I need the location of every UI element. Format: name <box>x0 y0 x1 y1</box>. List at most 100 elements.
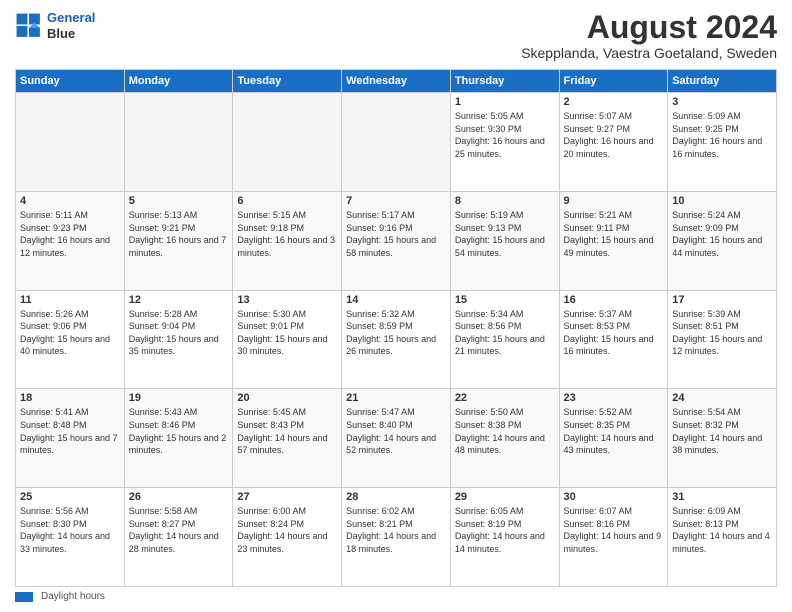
day-info: Sunrise: 5:17 AM Sunset: 9:16 PM Dayligh… <box>346 209 446 259</box>
month-title: August 2024 <box>521 10 777 45</box>
day-number: 23 <box>564 392 664 404</box>
calendar-cell: 27Sunrise: 6:00 AM Sunset: 8:24 PM Dayli… <box>233 488 342 587</box>
logo-text: General Blue <box>47 10 95 41</box>
day-info: Sunrise: 5:56 AM Sunset: 8:30 PM Dayligh… <box>20 505 120 555</box>
calendar-cell: 19 Sunrise: 5:43 AM Sunset: 8:46 PM Dayli… <box>124 389 233 488</box>
calendar-table: SundayMondayTuesdayWednesdayThursdayFrid… <box>15 69 777 587</box>
daylight-label: Daylight hours <box>41 591 105 602</box>
calendar-cell: 18Sunrise: 5:41 AM Sunset: 8:48 PM Dayli… <box>16 389 125 488</box>
calendar-cell: 8 Sunrise: 5:19 AM Sunset: 9:13 PM Daylig… <box>450 191 559 290</box>
calendar-cell <box>124 93 233 192</box>
day-info: Sunrise: 6:05 AM Sunset: 8:19 PM Dayligh… <box>455 505 555 555</box>
day-number: 3 <box>672 96 772 108</box>
calendar-cell: 20Sunrise: 5:45 AM Sunset: 8:43 PM Dayli… <box>233 389 342 488</box>
calendar-cell: 28 Sunrise: 6:02 AM Sunset: 8:21 PM Dayli… <box>342 488 451 587</box>
day-number: 25 <box>20 491 120 503</box>
day-info: Sunrise: 5:52 AM Sunset: 8:35 PM Dayligh… <box>564 406 664 456</box>
title-block: August 2024 Skepplanda, Vaestra Goetalan… <box>521 10 777 61</box>
calendar-cell: 23 Sunrise: 5:52 AM Sunset: 8:35 PM Dayli… <box>559 389 668 488</box>
calendar-cell <box>342 93 451 192</box>
day-number: 4 <box>20 195 120 207</box>
calendar-cell: 25 Sunrise: 5:56 AM Sunset: 8:30 PM Dayli… <box>16 488 125 587</box>
day-info: Sunrise: 5:05 AM Sunset: 9:30 PM Dayligh… <box>455 110 555 160</box>
day-number: 8 <box>455 195 555 207</box>
day-info: Sunrise: 5:13 AM Sunset: 9:21 PM Dayligh… <box>129 209 229 259</box>
day-info: Sunrise: 5:19 AM Sunset: 9:13 PM Dayligh… <box>455 209 555 259</box>
day-number: 2 <box>564 96 664 108</box>
day-number: 30 <box>564 491 664 503</box>
calendar-cell: 26 Sunrise: 5:58 AM Sunset: 8:27 PM Dayli… <box>124 488 233 587</box>
day-info: Sunrise: 5:47 AM Sunset: 8:40 PM Dayligh… <box>346 406 446 456</box>
calendar-cell: 15 Sunrise: 5:34 AM Sunset: 8:56 PM Dayli… <box>450 290 559 389</box>
day-number: 5 <box>129 195 229 207</box>
day-number: 1 <box>455 96 555 108</box>
day-number: 6 <box>237 195 337 207</box>
day-info: Sunrise: 5:54 AM Sunset: 8:32 PM Dayligh… <box>672 406 772 456</box>
calendar-cell: 14 Sunrise: 5:32 AM Sunset: 8:59 PM Dayli… <box>342 290 451 389</box>
calendar-cell: 17 Sunrise: 5:39 AM Sunset: 8:51 PM Dayli… <box>668 290 777 389</box>
day-number: 7 <box>346 195 446 207</box>
day-info: Sunrise: 5:32 AM Sunset: 8:59 PM Dayligh… <box>346 308 446 358</box>
calendar-cell: 12 Sunrise: 5:28 AM Sunset: 9:04 PM Dayli… <box>124 290 233 389</box>
day-info: Sunrise: 5:43 AM Sunset: 8:46 PM Dayligh… <box>129 406 229 456</box>
calendar-cell: 16 Sunrise: 5:37 AM Sunset: 8:53 PM Dayli… <box>559 290 668 389</box>
day-info: Sunrise: 5:07 AM Sunset: 9:27 PM Dayligh… <box>564 110 664 160</box>
page-header: General Blue August 2024 Skepplanda, Vae… <box>15 10 777 61</box>
day-info: Sunrise: 5:34 AM Sunset: 8:56 PM Dayligh… <box>455 308 555 358</box>
day-info: Sunrise: 5:24 AM Sunset: 9:09 PM Dayligh… <box>672 209 772 259</box>
day-number: 17 <box>672 294 772 306</box>
calendar-footer: Daylight hours <box>15 591 777 602</box>
day-info: Sunrise: 5:45 AM Sunset: 8:43 PM Dayligh… <box>237 406 337 456</box>
location-subtitle: Skepplanda, Vaestra Goetaland, Sweden <box>521 45 777 61</box>
calendar-day-header: Wednesday <box>342 70 451 93</box>
calendar-cell: 9Sunrise: 5:21 AM Sunset: 9:11 PM Daylig… <box>559 191 668 290</box>
calendar-day-header: Monday <box>124 70 233 93</box>
day-info: Sunrise: 5:30 AM Sunset: 9:01 PM Dayligh… <box>237 308 337 358</box>
calendar-cell: 30 Sunrise: 6:07 AM Sunset: 8:16 PM Dayli… <box>559 488 668 587</box>
day-number: 9 <box>564 195 664 207</box>
day-info: Sunrise: 5:28 AM Sunset: 9:04 PM Dayligh… <box>129 308 229 358</box>
day-number: 29 <box>455 491 555 503</box>
calendar-cell: 7 Sunrise: 5:17 AM Sunset: 9:16 PM Daylig… <box>342 191 451 290</box>
calendar-cell: 24Sunrise: 5:54 AM Sunset: 8:32 PM Dayli… <box>668 389 777 488</box>
daylight-swatch <box>15 592 33 602</box>
day-number: 31 <box>672 491 772 503</box>
day-info: Sunrise: 6:07 AM Sunset: 8:16 PM Dayligh… <box>564 505 664 555</box>
calendar-cell: 21 Sunrise: 5:47 AM Sunset: 8:40 PM Dayli… <box>342 389 451 488</box>
day-info: Sunrise: 5:41 AM Sunset: 8:48 PM Dayligh… <box>20 406 120 456</box>
calendar-cell: 5 Sunrise: 5:13 AM Sunset: 9:21 PM Daylig… <box>124 191 233 290</box>
logo-icon <box>15 12 43 40</box>
day-number: 12 <box>129 294 229 306</box>
calendar-day-header: Sunday <box>16 70 125 93</box>
calendar-cell: 3 Sunrise: 5:09 AM Sunset: 9:25 PM Daylig… <box>668 93 777 192</box>
day-info: Sunrise: 5:37 AM Sunset: 8:53 PM Dayligh… <box>564 308 664 358</box>
day-number: 16 <box>564 294 664 306</box>
day-info: Sunrise: 5:09 AM Sunset: 9:25 PM Dayligh… <box>672 110 772 160</box>
calendar-cell: 31 Sunrise: 6:09 AM Sunset: 8:13 PM Dayli… <box>668 488 777 587</box>
day-info: Sunrise: 5:50 AM Sunset: 8:38 PM Dayligh… <box>455 406 555 456</box>
day-number: 14 <box>346 294 446 306</box>
calendar-cell: 4Sunrise: 5:11 AM Sunset: 9:23 PM Daylig… <box>16 191 125 290</box>
calendar-day-header: Thursday <box>450 70 559 93</box>
calendar-cell <box>233 93 342 192</box>
day-number: 10 <box>672 195 772 207</box>
calendar-cell: 1 Sunrise: 5:05 AM Sunset: 9:30 PM Daylig… <box>450 93 559 192</box>
day-number: 15 <box>455 294 555 306</box>
calendar-cell: 10 Sunrise: 5:24 AM Sunset: 9:09 PM Dayli… <box>668 191 777 290</box>
day-info: Sunrise: 6:09 AM Sunset: 8:13 PM Dayligh… <box>672 505 772 555</box>
day-number: 26 <box>129 491 229 503</box>
logo: General Blue <box>15 10 95 41</box>
calendar-cell: 29 Sunrise: 6:05 AM Sunset: 8:19 PM Dayli… <box>450 488 559 587</box>
calendar-cell: 11Sunrise: 5:26 AM Sunset: 9:06 PM Dayli… <box>16 290 125 389</box>
day-number: 22 <box>455 392 555 404</box>
day-number: 21 <box>346 392 446 404</box>
day-info: Sunrise: 5:58 AM Sunset: 8:27 PM Dayligh… <box>129 505 229 555</box>
day-number: 19 <box>129 392 229 404</box>
day-number: 13 <box>237 294 337 306</box>
day-info: Sunrise: 6:02 AM Sunset: 8:21 PM Dayligh… <box>346 505 446 555</box>
calendar-day-header: Tuesday <box>233 70 342 93</box>
calendar-cell: 6Sunrise: 5:15 AM Sunset: 9:18 PM Daylig… <box>233 191 342 290</box>
day-number: 28 <box>346 491 446 503</box>
calendar-cell <box>16 93 125 192</box>
day-info: Sunrise: 5:39 AM Sunset: 8:51 PM Dayligh… <box>672 308 772 358</box>
